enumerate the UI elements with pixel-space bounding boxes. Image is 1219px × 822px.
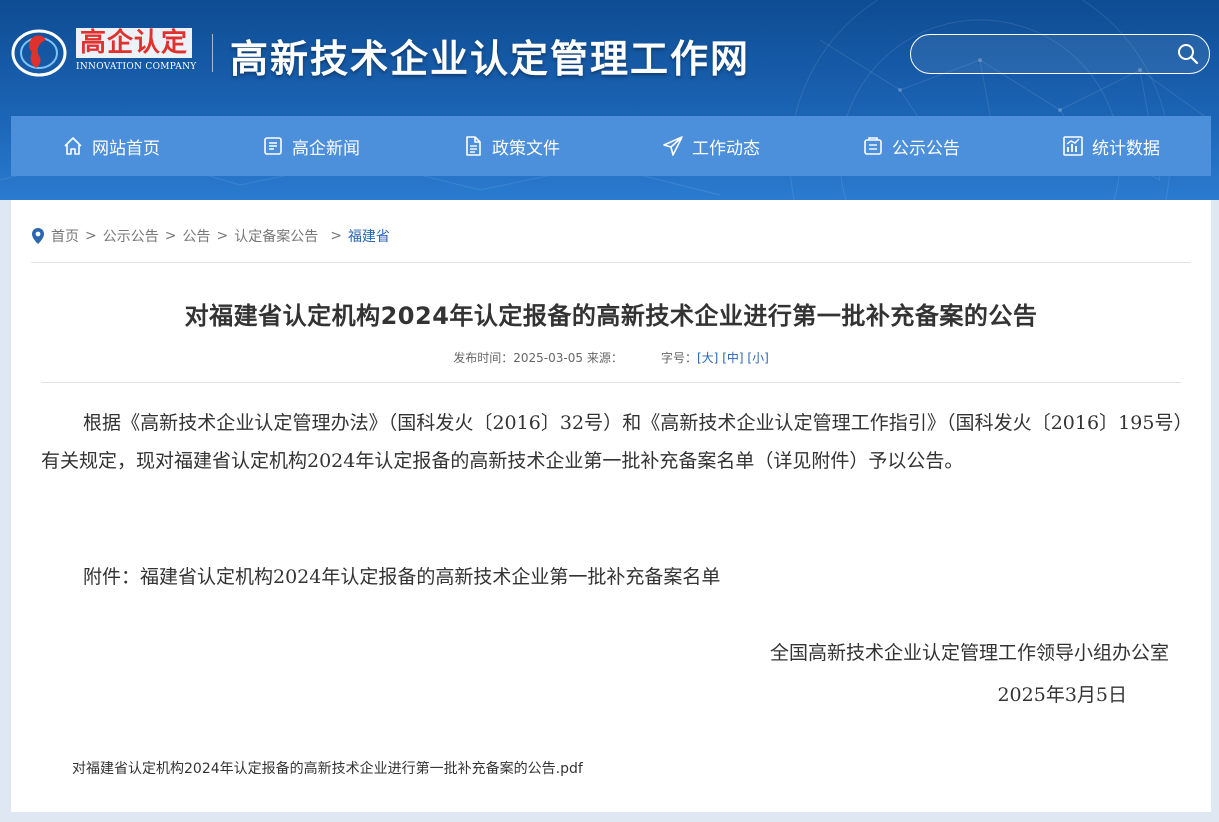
breadcrumb-filing[interactable]: 认定备案公告	[234, 226, 318, 246]
main-nav: 网站首页 高企新闻 政策文件 工作动态 公示公告 统计数据	[11, 116, 1211, 176]
logo-chinese-text: 高企认定	[76, 28, 193, 58]
article-title: 对福建省认定机构2024年认定报备的高新技术企业进行第一批补充备案的公告	[184, 302, 1038, 330]
nav-item-label: 网站首页	[92, 138, 160, 159]
send-icon	[663, 136, 683, 156]
breadcrumb-notice[interactable]: 公示公告	[103, 226, 159, 246]
notice-icon	[864, 137, 882, 155]
nav-item-policy[interactable]: 政策文件	[411, 116, 611, 176]
search-box	[910, 34, 1210, 74]
news-icon	[264, 137, 282, 155]
breadcrumb-separator: >	[85, 228, 97, 244]
nav-item-label: 统计数据	[1092, 138, 1160, 159]
font-size-small-button[interactable]: [小]	[747, 351, 768, 365]
pdf-attachment-link[interactable]: 对福建省认定机构2024年认定报备的高新技术企业进行第一批补充备案的公告.pdf	[72, 758, 583, 778]
attachment-line: 附件：福建省认定机构2024年认定报备的高新技术企业第一批补充备案名单	[83, 566, 721, 588]
nav-item-news[interactable]: 高企新闻	[211, 116, 411, 176]
signature-org: 全国高新技术企业认定管理工作领导小组办公室	[769, 642, 1169, 664]
signature-date: 2025年3月5日	[997, 684, 1127, 706]
site-logo[interactable]: 高企认定 INNOVATION COMPANY	[10, 22, 210, 80]
search-icon[interactable]	[1177, 43, 1199, 65]
article-content: 根据《高新技术企业认定管理办法》（国科发火〔2016〕32号）和《高新技术企业认…	[41, 404, 1183, 480]
home-icon	[64, 137, 82, 155]
font-size-medium-button[interactable]: [中]	[722, 351, 743, 365]
publish-date: 2025-03-05	[513, 351, 583, 365]
breadcrumb-separator: >	[164, 228, 177, 244]
search-input[interactable]	[925, 41, 1165, 67]
chart-icon	[1063, 136, 1083, 156]
breadcrumb-announcement[interactable]: 公告	[182, 226, 210, 246]
nav-item-label: 公示公告	[892, 138, 960, 159]
logo-divider	[212, 34, 213, 72]
logo-mark-icon	[11, 29, 67, 77]
breadcrumb-current[interactable]: 福建省	[348, 226, 390, 246]
nav-item-work[interactable]: 工作动态	[611, 116, 811, 176]
font-size-label: 字号：	[660, 351, 697, 365]
article-meta: 发布时间：2025-03-05 来源： 字号：[大] [中] [小]	[11, 349, 1211, 366]
breadcrumb-separator: >	[216, 228, 229, 244]
divider	[31, 262, 1191, 263]
nav-item-label: 工作动态	[692, 138, 760, 159]
breadcrumb-home[interactable]: 首页	[51, 226, 79, 246]
logo-english-text: INNOVATION COMPANY	[76, 62, 197, 72]
nav-item-home[interactable]: 网站首页	[11, 116, 211, 176]
nav-item-stats[interactable]: 统计数据	[1011, 116, 1211, 176]
source-label: 来源：	[586, 351, 623, 365]
nav-item-notice[interactable]: 公示公告	[811, 116, 1011, 176]
divider	[41, 382, 1181, 383]
article-body: 根据《高新技术企业认定管理办法》（国科发火〔2016〕32号）和《高新技术企业认…	[41, 412, 1183, 472]
article-panel: 首页 > 公示公告 > 公告 > 认定备案公告 > 福建省 对福建省认定机构20…	[11, 200, 1211, 812]
document-icon	[466, 136, 481, 156]
breadcrumb-separator: >	[330, 228, 342, 244]
font-size-large-button[interactable]: [大]	[697, 351, 718, 365]
location-pin-icon	[32, 228, 44, 244]
nav-item-label: 政策文件	[492, 138, 560, 159]
breadcrumb: 首页 > 公示公告 > 公告 > 认定备案公告 > 福建省	[31, 226, 390, 246]
publish-label: 发布时间：	[453, 351, 514, 365]
site-title: 高新技术企业认定管理工作网	[230, 36, 751, 81]
nav-item-label: 高企新闻	[292, 138, 360, 159]
